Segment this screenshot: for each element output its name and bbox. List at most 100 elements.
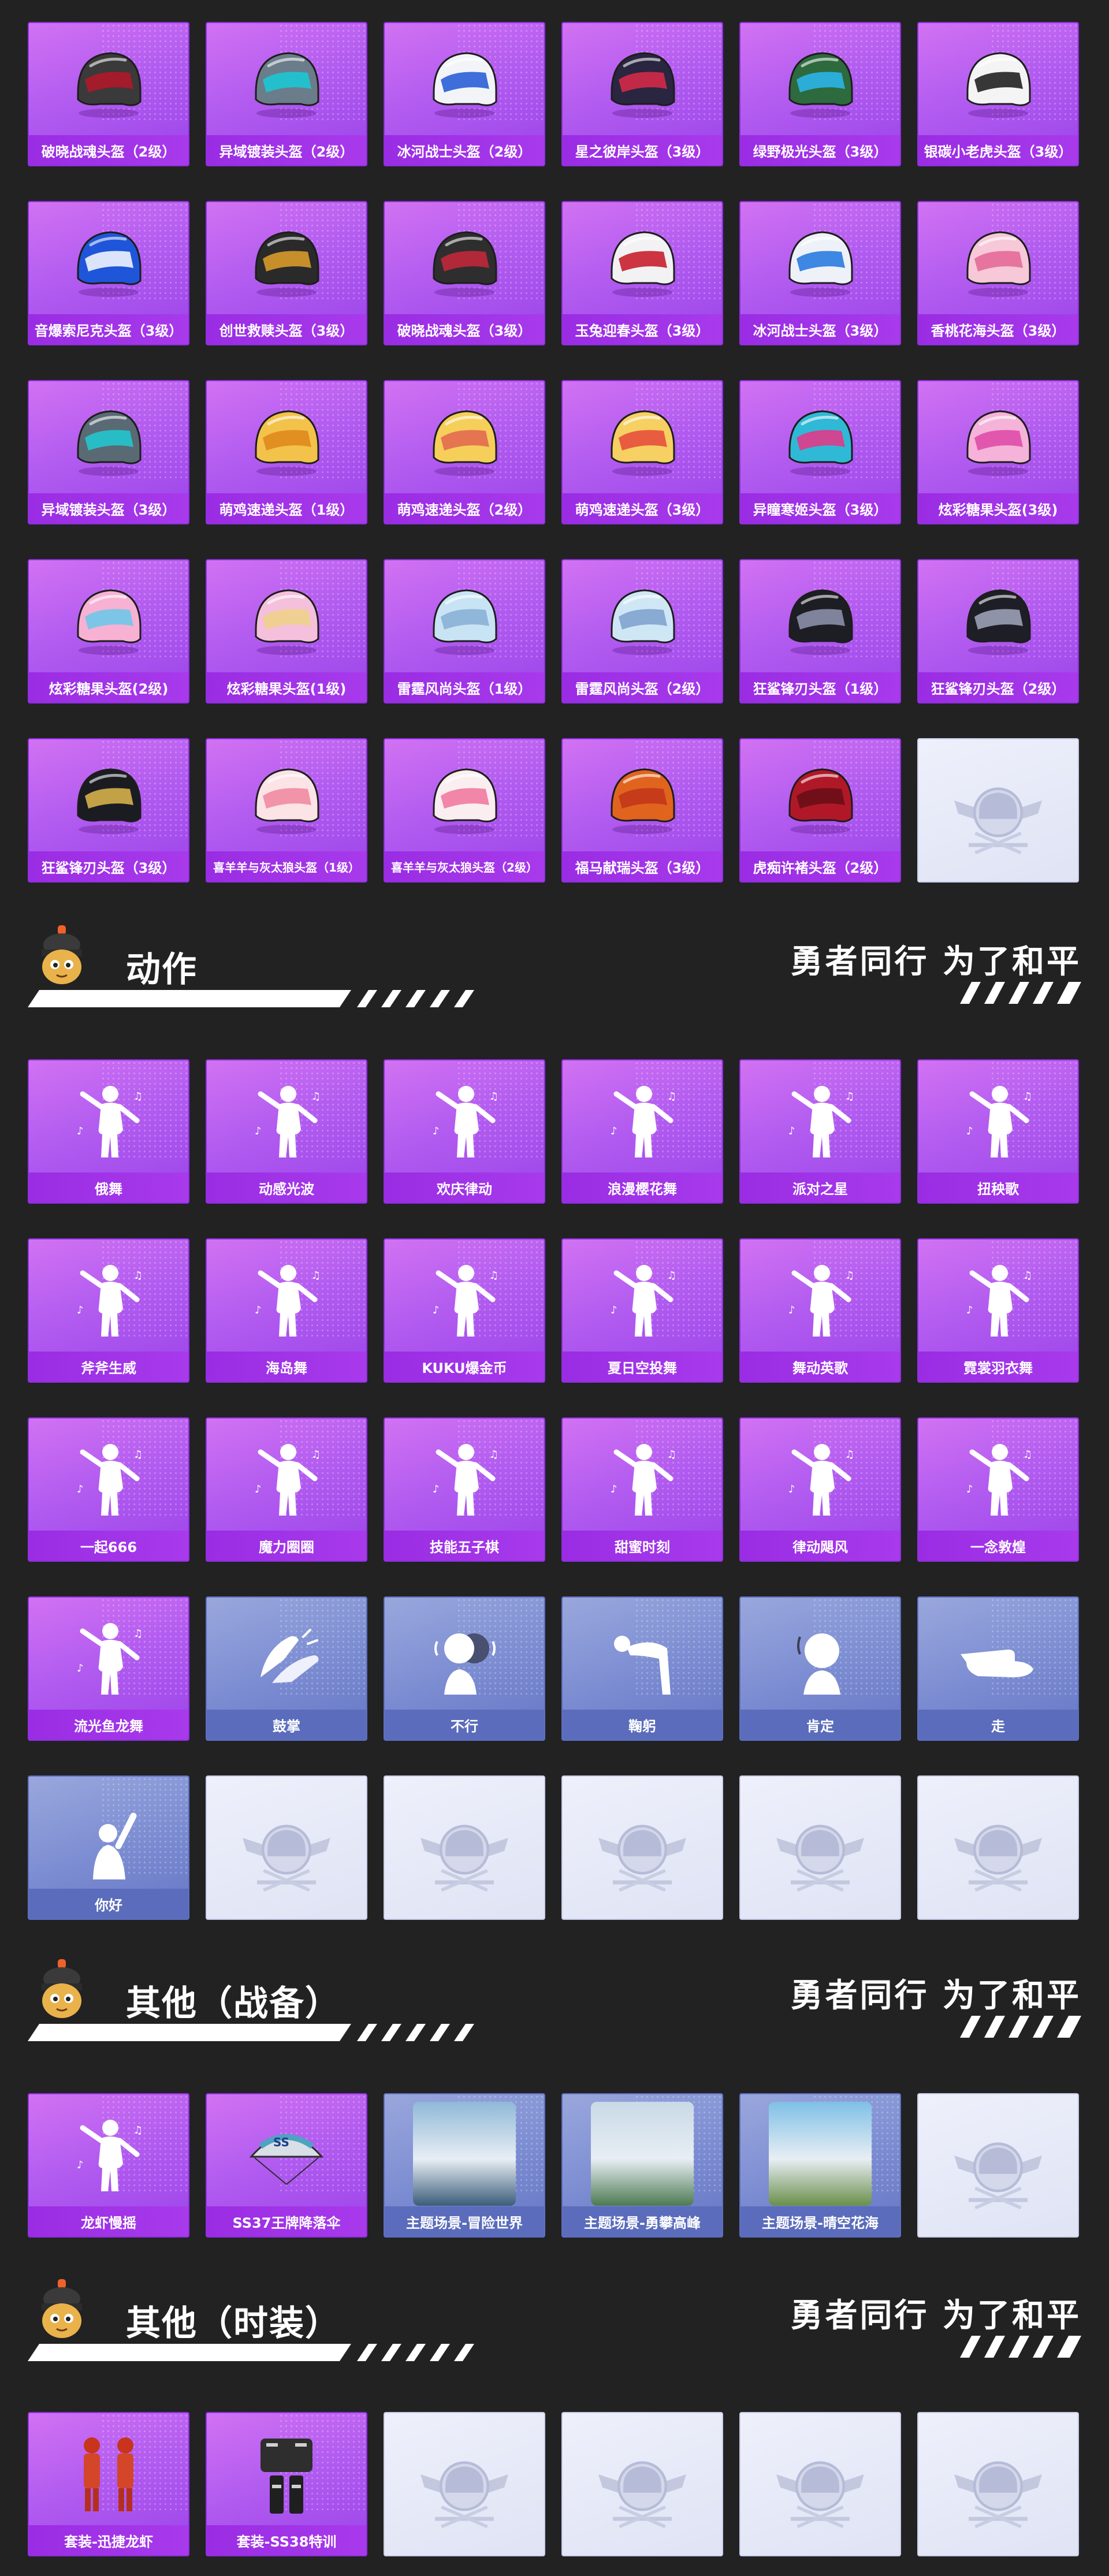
gear-grid: ♪ ♫ 龙虾慢摇 SS SS37王牌降落伞 主题场景-冒险世界 主题场景-勇攀高峰 主题场景-… bbox=[28, 2093, 1081, 2238]
action-card[interactable]: ♪ ♫ 扭秧歌 bbox=[917, 1059, 1079, 1204]
action-card[interactable]: ♪ ♫ 霓裳羽衣舞 bbox=[917, 1238, 1079, 1383]
helmet-card[interactable]: 萌鸡速递头盔（3级） bbox=[561, 380, 723, 524]
helmet-icon bbox=[966, 52, 1031, 118]
helmet-card[interactable]: 冰河战士头盔（3级） bbox=[739, 201, 901, 345]
action-card[interactable]: ♪ ♫ 欢庆律动 bbox=[384, 1059, 545, 1204]
action-label: 斧斧生威 bbox=[29, 1352, 188, 1382]
helmet-card[interactable]: 狂鲨锋刃头盔（2级） bbox=[917, 559, 1079, 703]
action-card[interactable]: ♪ ♫ 甜蜜时刻 bbox=[561, 1417, 723, 1562]
action-card[interactable]: ♪ ♫ 俄舞 bbox=[28, 1059, 189, 1204]
helmet-icon bbox=[255, 410, 319, 477]
helmet-card[interactable]: 香桃花海头盔（3级） bbox=[917, 201, 1079, 345]
gear-label: 主题场景-冒险世界 bbox=[385, 2206, 544, 2236]
helmet-icon bbox=[255, 589, 319, 656]
helmet-card[interactable]: 雷霆风尚头盔（2级） bbox=[561, 559, 723, 703]
helmet-card[interactable]: 炫彩糖果头盔(3级) bbox=[917, 380, 1079, 524]
action-card[interactable]: ♪ ♫ 舞动英歌 bbox=[739, 1238, 901, 1383]
action-label: 肯定 bbox=[740, 1710, 900, 1740]
helmet-card[interactable]: 绿野极光头盔（3级） bbox=[739, 22, 901, 166]
action-card[interactable]: 不行 bbox=[384, 1596, 545, 1741]
gear-card[interactable]: 主题场景-晴空花海 bbox=[739, 2093, 901, 2238]
action-card[interactable]: ♪ ♫ 派对之星 bbox=[739, 1059, 901, 1204]
helmet-icon bbox=[433, 410, 497, 477]
section-title-actions: 动作 bbox=[126, 950, 198, 990]
helmet-card[interactable]: 福马献瑞头盔（3级） bbox=[561, 738, 723, 883]
helmet-card[interactable]: 喜羊羊与灰太狼头盔（1级） bbox=[206, 738, 367, 883]
helmet-icon bbox=[433, 768, 497, 835]
gear-card[interactable]: ♪ ♫ 龙虾慢摇 bbox=[28, 2093, 189, 2238]
action-label: 霓裳羽衣舞 bbox=[918, 1352, 1078, 1382]
action-label: 一起666 bbox=[29, 1531, 188, 1561]
action-card[interactable]: 走 bbox=[917, 1596, 1079, 1741]
helmet-card[interactable]: 银碳小老虎头盔（3级） bbox=[917, 22, 1079, 166]
action-card[interactable]: ♪ ♫ 律动飓风 bbox=[739, 1417, 901, 1562]
gear-card[interactable]: SS SS37王牌降落伞 bbox=[206, 2093, 367, 2238]
helmet-card[interactable]: 狂鲨锋刃头盔（3级） bbox=[28, 738, 189, 883]
outfit-card bbox=[917, 2412, 1079, 2556]
emblem-icon bbox=[598, 1825, 686, 1892]
action-card[interactable]: ♪ ♫ KUKU爆金币 bbox=[384, 1238, 545, 1383]
action-label: 不行 bbox=[385, 1710, 544, 1740]
action-card[interactable]: ♪ ♫ 一念敦煌 bbox=[917, 1417, 1079, 1562]
action-card[interactable]: ♪ ♫ 海岛舞 bbox=[206, 1238, 367, 1383]
action-card[interactable]: ♪ ♫ 动感光波 bbox=[206, 1059, 367, 1204]
section-header-actions: 动作 勇者同行 为了和平 bbox=[0, 924, 1109, 1007]
outfit-card bbox=[561, 2412, 723, 2556]
action-card[interactable]: ♪ ♫ 夏日空投舞 bbox=[561, 1238, 723, 1383]
helmet-icon bbox=[77, 52, 142, 118]
action-card[interactable]: 肯定 bbox=[739, 1596, 901, 1741]
action-card[interactable]: 鞠躬 bbox=[561, 1596, 723, 1741]
helmet-card[interactable]: 破晓战魂头盔（2级） bbox=[28, 22, 189, 166]
svg-text:♫: ♫ bbox=[133, 1270, 143, 1282]
helmet-label: 香桃花海头盔（3级） bbox=[918, 314, 1078, 344]
helmet-label: 炫彩糖果头盔(2级) bbox=[29, 672, 188, 702]
helmet-card[interactable]: 萌鸡速递头盔（1级） bbox=[206, 380, 367, 524]
helmet-card[interactable]: 虎痴许褚头盔（2级） bbox=[739, 738, 901, 883]
action-card[interactable]: 你好 bbox=[28, 1775, 189, 1920]
outfit-grid: 套装-迅捷龙虾 套装-SS38特训 bbox=[28, 2412, 1081, 2556]
helmet-icon bbox=[433, 589, 497, 656]
action-label: 甜蜜时刻 bbox=[563, 1531, 722, 1561]
section-title-outfit: 其他（时装） bbox=[126, 2303, 341, 2344]
helmet-card[interactable]: 狂鲨锋刃头盔（1级） bbox=[739, 559, 901, 703]
helmet-card[interactable]: 破晓战魂头盔（3级） bbox=[384, 201, 545, 345]
helmet-card[interactable]: 冰河战士头盔（2级） bbox=[384, 22, 545, 166]
action-card[interactable]: ♪ ♫ 浪漫樱花舞 bbox=[561, 1059, 723, 1204]
helmet-card[interactable]: 炫彩糖果头盔(2级) bbox=[28, 559, 189, 703]
helmet-card[interactable]: 萌鸡速递头盔（2级） bbox=[384, 380, 545, 524]
helmet-card[interactable]: 异域镀装头盔（3级） bbox=[28, 380, 189, 524]
helmet-card[interactable]: 玉兔迎春头盔（3级） bbox=[561, 201, 723, 345]
helmet-label: 虎痴许褚头盔（2级） bbox=[740, 851, 900, 881]
gear-card[interactable]: 主题场景-冒险世界 bbox=[384, 2093, 545, 2238]
action-card[interactable]: ♪ ♫ 斧斧生威 bbox=[28, 1238, 189, 1383]
helmet-card[interactable]: 喜羊羊与灰太狼头盔（2级） bbox=[384, 738, 545, 883]
helmet-label: 音爆索尼克头盔（3级） bbox=[29, 314, 188, 344]
emote-icon: ♪♫ bbox=[77, 2120, 143, 2192]
helmet-icon bbox=[788, 589, 853, 656]
action-card[interactable]: ♪ ♫ 流光鱼龙舞 bbox=[28, 1596, 189, 1741]
action-card[interactable]: ♪ ♫ 一起666 bbox=[28, 1417, 189, 1562]
action-card[interactable]: 鼓掌 bbox=[206, 1596, 367, 1741]
helmet-card[interactable]: 炫彩糖果头盔(1级) bbox=[206, 559, 367, 703]
svg-text:♪: ♪ bbox=[77, 1125, 84, 1137]
svg-text:♫: ♫ bbox=[667, 1449, 676, 1461]
helmet-card[interactable]: 异瞳寒姬头盔（3级） bbox=[739, 380, 901, 524]
outfit-card[interactable]: 套装-迅捷龙虾 bbox=[28, 2412, 189, 2556]
action-label: 动感光波 bbox=[207, 1172, 366, 1203]
section-header-outfit: 其他（时装） 勇者同行 为了和平 bbox=[0, 2278, 1109, 2361]
action-card bbox=[739, 1775, 901, 1920]
action-card[interactable]: ♪ ♫ 技能五子棋 bbox=[384, 1417, 545, 1562]
helmet-card[interactable]: 异域镀装头盔（2级） bbox=[206, 22, 367, 166]
helmet-card[interactable]: 星之彼岸头盔（3级） bbox=[561, 22, 723, 166]
helmet-icon bbox=[966, 589, 1031, 656]
outfit-card[interactable]: 套装-SS38特训 bbox=[206, 2412, 367, 2556]
helmet-card[interactable]: 音爆索尼克头盔（3级） bbox=[28, 201, 189, 345]
emblem-icon bbox=[954, 1825, 1042, 1892]
helmet-card[interactable]: 创世救赎头盔（3级） bbox=[206, 201, 367, 345]
svg-text:♫: ♫ bbox=[667, 1090, 676, 1103]
helmet-card[interactable]: 雷霆风尚头盔（1级） bbox=[384, 559, 545, 703]
svg-text:SS: SS bbox=[273, 2135, 289, 2149]
gear-card[interactable]: 主题场景-勇攀高峰 bbox=[561, 2093, 723, 2238]
action-label: 派对之星 bbox=[740, 1172, 900, 1203]
action-card[interactable]: ♪ ♫ 魔力圈圈 bbox=[206, 1417, 367, 1562]
